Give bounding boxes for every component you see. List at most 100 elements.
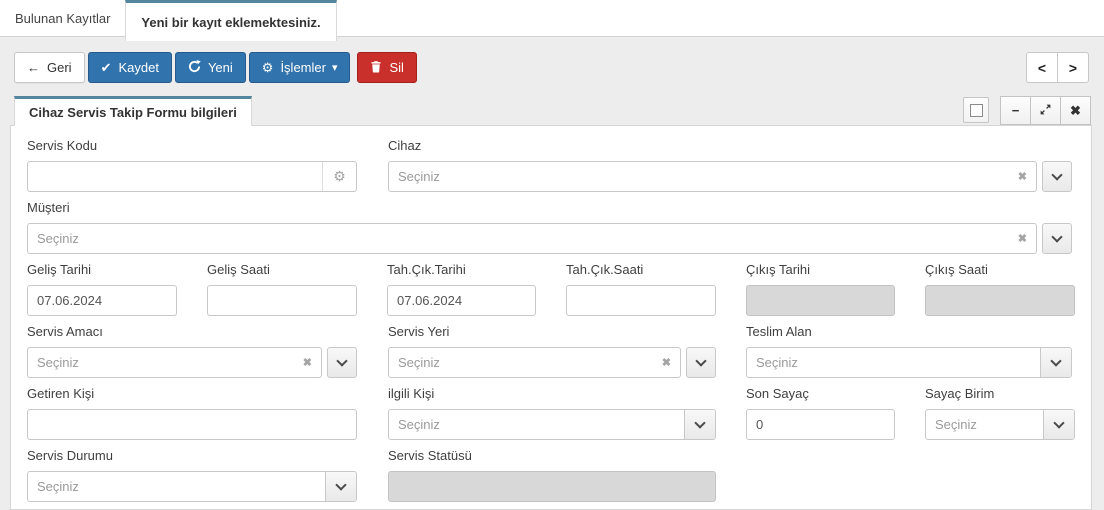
musteri-label: Müşteri bbox=[27, 200, 70, 215]
clear-icon[interactable]: ✖ bbox=[303, 356, 312, 369]
check-icon: ✔ bbox=[100, 60, 112, 75]
servis-statusu-input bbox=[388, 471, 716, 502]
record-pager: < > bbox=[1026, 52, 1089, 83]
tah-cik-saati-input[interactable] bbox=[566, 285, 716, 316]
servis-durumu-dropdown-button[interactable] bbox=[325, 472, 356, 501]
app-window: Bulunan Kayıtlar Yeni bir kayıt eklemekt… bbox=[0, 0, 1104, 510]
musteri-dropdown-button[interactable] bbox=[1042, 223, 1072, 254]
next-record-button[interactable]: > bbox=[1057, 52, 1089, 83]
chevron-down-icon bbox=[1051, 230, 1063, 243]
cikis-saati-input bbox=[925, 285, 1075, 316]
gelis-saati-input[interactable] bbox=[207, 285, 357, 316]
tah-cik-tarihi-input[interactable] bbox=[387, 285, 536, 316]
cikis-tarihi-input bbox=[746, 285, 895, 316]
panel-restore-button[interactable] bbox=[963, 97, 989, 123]
save-button-label: Kaydet bbox=[118, 60, 159, 75]
servis-amaci-placeholder: Seçiniz bbox=[37, 355, 79, 370]
getiren-kisi-label: Getiren Kişi bbox=[27, 386, 95, 401]
ilgili-kisi-label: ilgili Kişi bbox=[388, 386, 435, 401]
back-button-label: Geri bbox=[47, 60, 72, 75]
save-button[interactable]: ✔ Kaydet bbox=[87, 52, 172, 83]
servis-yeri-label: Servis Yeri bbox=[388, 324, 450, 339]
cihaz-placeholder: Seçiniz bbox=[398, 169, 440, 184]
son-sayac-input[interactable] bbox=[746, 409, 895, 440]
trash-icon bbox=[370, 60, 382, 75]
toolbar: ← Geri ✔ Kaydet Yeni ⚙ İşlemler ▾ Sil bbox=[14, 52, 417, 83]
teslim-alan-label: Teslim Alan bbox=[746, 324, 812, 339]
servis-yeri-combo: Seçiniz ✖ bbox=[388, 347, 716, 378]
musteri-select[interactable]: Seçiniz ✖ bbox=[27, 223, 1037, 254]
chevron-down-icon bbox=[694, 416, 706, 429]
servis-kodu-group: ⚙ bbox=[27, 161, 357, 192]
son-sayac-label: Son Sayaç bbox=[746, 386, 809, 401]
arrow-left-icon: ← bbox=[27, 60, 40, 75]
servis-kodu-label: Servis Kodu bbox=[27, 138, 98, 153]
new-button[interactable]: Yeni bbox=[174, 52, 246, 83]
ilgili-kisi-placeholder: Seçiniz bbox=[398, 417, 440, 432]
teslim-alan-placeholder: Seçiniz bbox=[756, 355, 798, 370]
servis-yeri-dropdown-button[interactable] bbox=[686, 347, 716, 378]
back-button[interactable]: ← Geri bbox=[14, 52, 85, 83]
panel-close-button[interactable]: ✖ bbox=[1060, 96, 1091, 125]
sayac-birim-select[interactable]: Seçiniz bbox=[925, 409, 1075, 440]
cihaz-combo: Seçiniz ✖ bbox=[388, 161, 1072, 192]
servis-amaci-select[interactable]: Seçiniz ✖ bbox=[27, 347, 322, 378]
sayac-birim-placeholder: Seçiniz bbox=[935, 417, 977, 432]
servis-amaci-label: Servis Amacı bbox=[27, 324, 103, 339]
actions-button[interactable]: ⚙ İşlemler ▾ bbox=[248, 52, 351, 83]
servis-kodu-gear-button[interactable]: ⚙ bbox=[322, 162, 356, 191]
panel-expand-button[interactable] bbox=[1030, 96, 1061, 125]
panel-title-tab[interactable]: Cihaz Servis Takip Formu bilgileri bbox=[14, 96, 252, 126]
tab-new-record[interactable]: Yeni bir kayıt eklemektesiniz. bbox=[125, 0, 337, 41]
cihaz-select[interactable]: Seçiniz ✖ bbox=[388, 161, 1037, 192]
close-icon: ✖ bbox=[1070, 102, 1081, 118]
tab-found-records[interactable]: Bulunan Kayıtlar bbox=[0, 0, 125, 36]
gelis-saati-label: Geliş Saati bbox=[207, 262, 270, 277]
musteri-combo: Seçiniz ✖ bbox=[27, 223, 1072, 254]
delete-button-label: Sil bbox=[389, 60, 404, 75]
minus-icon: − bbox=[1011, 103, 1020, 118]
servis-kodu-input[interactable] bbox=[28, 162, 322, 191]
teslim-alan-select[interactable]: Seçiniz bbox=[746, 347, 1072, 378]
chevron-down-icon bbox=[1051, 168, 1063, 181]
prev-record-button[interactable]: < bbox=[1026, 52, 1058, 83]
teslim-alan-dropdown-button[interactable] bbox=[1040, 348, 1071, 377]
refresh-icon bbox=[188, 60, 201, 75]
servis-amaci-dropdown-button[interactable] bbox=[327, 347, 357, 378]
clear-icon[interactable]: ✖ bbox=[662, 356, 671, 369]
sayac-birim-dropdown-button[interactable] bbox=[1043, 410, 1074, 439]
servis-durumu-placeholder: Seçiniz bbox=[37, 479, 79, 494]
musteri-placeholder: Seçiniz bbox=[37, 231, 79, 246]
ilgili-kisi-select[interactable]: Seçiniz bbox=[388, 409, 716, 440]
getiren-kisi-input[interactable] bbox=[27, 409, 357, 440]
delete-button[interactable]: Sil bbox=[357, 52, 417, 83]
servis-statusu-label: Servis Statüsü bbox=[388, 448, 472, 463]
clear-icon[interactable]: ✖ bbox=[1018, 170, 1027, 183]
ilgili-kisi-dropdown-button[interactable] bbox=[684, 410, 715, 439]
gelis-tarihi-label: Geliş Tarihi bbox=[27, 262, 92, 277]
gear-icon: ⚙ bbox=[261, 60, 274, 75]
cihaz-dropdown-button[interactable] bbox=[1042, 161, 1072, 192]
servis-durumu-select[interactable]: Seçiniz bbox=[27, 471, 357, 502]
chevron-down-icon bbox=[1050, 354, 1062, 367]
panel-window-controls: − ✖ bbox=[1000, 96, 1091, 125]
caret-down-icon: ▾ bbox=[331, 62, 338, 74]
panel-minimize-button[interactable]: − bbox=[1000, 96, 1031, 125]
sayac-birim-label: Sayaç Birim bbox=[925, 386, 995, 401]
servis-yeri-select[interactable]: Seçiniz ✖ bbox=[388, 347, 681, 378]
chevron-down-icon bbox=[695, 354, 707, 367]
tah-cik-saati-label: Tah.Çık.Saati bbox=[566, 262, 644, 277]
gelis-tarihi-input[interactable] bbox=[27, 285, 177, 316]
square-icon bbox=[969, 103, 983, 117]
servis-amaci-combo: Seçiniz ✖ bbox=[27, 347, 357, 378]
page-tabbar: Bulunan Kayıtlar Yeni bir kayıt eklemekt… bbox=[0, 0, 1104, 41]
chevron-down-icon bbox=[1053, 416, 1065, 429]
actions-button-label: İşlemler bbox=[280, 60, 326, 75]
new-button-label: Yeni bbox=[207, 60, 233, 75]
panel-title: Cihaz Servis Takip Formu bilgileri bbox=[29, 105, 237, 120]
tah-cik-tarihi-label: Tah.Çık.Tarihi bbox=[387, 262, 466, 277]
cikis-saati-label: Çıkış Saati bbox=[925, 262, 988, 277]
servis-durumu-label: Servis Durumu bbox=[27, 448, 113, 463]
clear-icon[interactable]: ✖ bbox=[1018, 232, 1027, 245]
gear-icon: ⚙ bbox=[333, 168, 346, 184]
